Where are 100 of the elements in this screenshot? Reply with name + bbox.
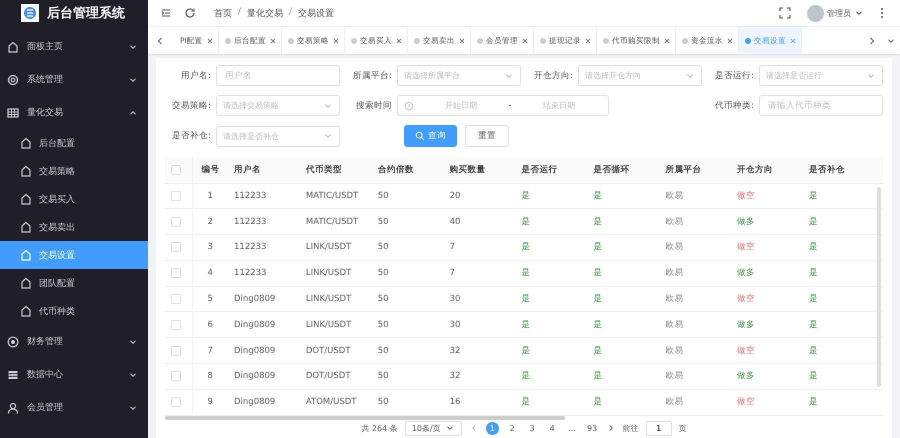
table-cell: 50 xyxy=(372,364,444,390)
checkbox[interactable] xyxy=(171,320,181,330)
home-icon xyxy=(20,221,32,233)
input-field[interactable]: 用户名 xyxy=(216,65,340,86)
table-cell: 欧易 xyxy=(659,260,732,286)
table-cell: 16 xyxy=(444,389,516,416)
table-cell: 是 xyxy=(803,364,875,390)
checkbox[interactable] xyxy=(171,164,181,175)
table-cell: 是 xyxy=(587,183,660,209)
table-cell: 112233 xyxy=(228,234,300,260)
table-cell: LINK/USDT xyxy=(300,312,372,338)
table-cell: 欧易 xyxy=(659,389,732,416)
sidebar-submenu-item[interactable]: 代币种类 xyxy=(0,297,148,325)
sidebar-menu-item[interactable]: 数据中心 xyxy=(0,358,148,391)
scrollbar[interactable] xyxy=(877,187,881,387)
table-cell: 做空 xyxy=(731,234,803,260)
close-icon xyxy=(268,36,277,44)
field-label: 是否运行: xyxy=(714,70,754,82)
table-cell: 112233 xyxy=(228,183,300,209)
breadcrumb-separator: / xyxy=(289,6,292,18)
breadcrumb-link[interactable]: 首页 xyxy=(214,6,232,20)
close-icon xyxy=(584,36,592,44)
input-field[interactable]: 请输入代币种类 xyxy=(759,95,883,116)
breadcrumb-separator: / xyxy=(238,6,242,18)
checkbox[interactable] xyxy=(171,268,181,278)
field-label: 搜索时间 xyxy=(355,100,392,112)
breadcrumb-link[interactable]: 交易设置 xyxy=(298,6,334,20)
user-icon xyxy=(7,402,19,414)
table-cell: 7 xyxy=(444,260,516,286)
table-cell: 欧易 xyxy=(659,364,732,390)
table-cell: 是 xyxy=(516,234,588,260)
table-cell: 是 xyxy=(803,312,875,338)
home-icon xyxy=(20,137,32,149)
sidebar-submenu-item[interactable]: 后台配置 xyxy=(0,129,148,157)
table-cell: 是 xyxy=(587,260,660,286)
sidebar-menu-item[interactable]: 量化交易 xyxy=(0,96,148,129)
table-cell: 50 xyxy=(372,389,444,416)
sidebar-submenu-item[interactable]: 交易策略 xyxy=(0,157,148,185)
page-button[interactable]: ... xyxy=(566,422,579,434)
field-label: 用户名: xyxy=(180,70,211,82)
table-cell: 是 xyxy=(516,260,588,286)
table-cell: 做空 xyxy=(731,286,803,312)
page-button[interactable]: 4 xyxy=(546,422,559,434)
close-icon xyxy=(458,36,466,44)
table-cell: 9 xyxy=(192,389,228,416)
sidebar-menu-item[interactable]: 会员管理 xyxy=(0,391,148,424)
checkbox[interactable] xyxy=(171,397,181,408)
table-cell: 做空 xyxy=(731,389,803,416)
page-input[interactable]: 1 xyxy=(646,420,672,436)
scrollbar[interactable] xyxy=(165,416,565,420)
checkbox[interactable] xyxy=(171,242,181,252)
table-cell: 做空 xyxy=(731,338,803,364)
table-cell: 欧易 xyxy=(659,286,732,312)
sidebar-submenu-item[interactable]: 交易买入 xyxy=(0,185,148,213)
date-range-field[interactable]: 开始日期 - 结束日期 xyxy=(397,95,609,116)
status-dot-icon xyxy=(288,38,294,44)
table-cell: 2 xyxy=(192,208,228,235)
page-size-select[interactable]: 10条/页 xyxy=(404,420,462,436)
reset-button[interactable]: 重置 xyxy=(465,125,509,147)
sidebar-menu-item[interactable]: 面板主页 xyxy=(0,30,148,63)
table-cell: 是 xyxy=(516,364,588,390)
checkbox[interactable] xyxy=(171,216,181,227)
sidebar-submenu-item[interactable]: 团队配置 xyxy=(0,269,148,297)
table-cell: 3 xyxy=(192,234,228,260)
page-button[interactable]: 2 xyxy=(506,422,519,434)
close-icon xyxy=(332,36,340,44)
close-icon xyxy=(726,36,734,44)
table-cell: 是 xyxy=(587,312,660,338)
table-cell: 50 xyxy=(372,260,444,286)
table-cell: Ding0809 xyxy=(228,312,300,338)
page-button[interactable]: 3 xyxy=(526,422,539,434)
close-icon xyxy=(788,36,797,44)
avatar[interactable] xyxy=(807,4,824,22)
checkbox[interactable] xyxy=(171,294,181,304)
column-header: 用户名 xyxy=(228,157,300,183)
table-cell: DOT/USDT xyxy=(300,338,372,364)
table-cell: ATOM/USDT xyxy=(300,389,372,416)
column-header: 是否运行 xyxy=(516,157,588,183)
page-button[interactable]: 93 xyxy=(586,422,599,434)
sidebar-menu-item[interactable]: 系统管理 xyxy=(0,63,148,96)
table-cell: 4 xyxy=(192,260,228,286)
sidebar-menu-item[interactable]: 财务管理 xyxy=(0,325,148,358)
column-header: 开仓方向 xyxy=(731,157,803,183)
fullscreen-icon xyxy=(779,7,791,19)
table-cell: 32 xyxy=(444,338,516,364)
table-cell: 30 xyxy=(444,286,516,312)
table-cell: Ding0809 xyxy=(228,286,300,312)
checkbox[interactable] xyxy=(171,371,181,382)
table-cell: 是 xyxy=(803,208,875,235)
checkbox[interactable] xyxy=(171,346,181,356)
table-cell: 7 xyxy=(192,338,228,364)
checkbox[interactable] xyxy=(171,190,181,201)
user-menu[interactable]: 管理员 xyxy=(827,8,851,18)
table-cell: 40 xyxy=(444,208,516,235)
sidebar-submenu-item[interactable]: 交易卖出 xyxy=(0,213,148,241)
page-suffix: 页 xyxy=(678,422,687,434)
table-cell: 欧易 xyxy=(659,312,732,338)
goto-label: 前往 xyxy=(622,422,639,434)
table-cell: 是 xyxy=(803,234,875,260)
breadcrumb-link[interactable]: 量化交易 xyxy=(247,6,284,20)
